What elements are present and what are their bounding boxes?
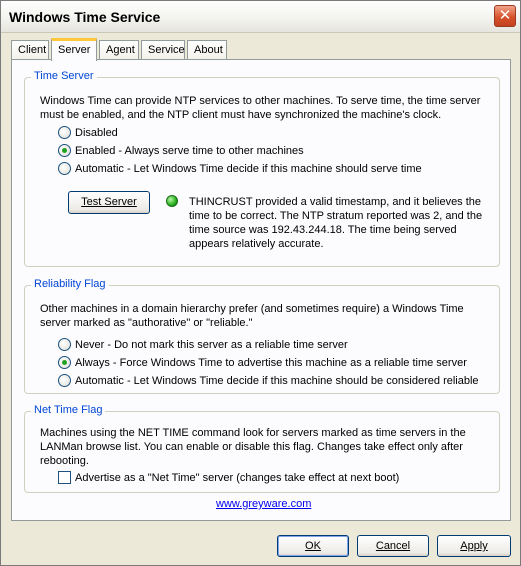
net-time-group-title: Net Time Flag bbox=[31, 404, 106, 416]
status-line-4: appears relatively accurate. bbox=[189, 238, 324, 250]
status-line-3: time source was 192.43.244.18. The time … bbox=[189, 224, 457, 236]
tab-service[interactable]: Service bbox=[141, 40, 185, 60]
ok-button[interactable]: OK bbox=[277, 535, 349, 557]
radio-never[interactable]: Never - Do not mark this server as a rel… bbox=[58, 337, 348, 353]
net-time-checkbox[interactable]: Advertise as a "Net Time" server (change… bbox=[58, 470, 400, 486]
tab-server[interactable]: Server bbox=[51, 38, 97, 61]
net-time-checkbox-label: Advertise as a "Net Time" server (change… bbox=[75, 472, 400, 484]
radio-icon bbox=[58, 373, 71, 387]
reliability-description-2: server marked as "authorative" or "relia… bbox=[40, 317, 253, 329]
status-line-2: time to be correct. The NTP stratum repo… bbox=[189, 210, 483, 222]
radio-always-label: Always - Force Windows Time to advertise… bbox=[75, 357, 467, 369]
checkbox-icon bbox=[58, 470, 71, 484]
radio-reliable-automatic-label: Automatic - Let Windows Time decide if t… bbox=[75, 375, 479, 387]
time-server-group-title: Time Server bbox=[31, 70, 97, 82]
close-icon: ✕ bbox=[498, 7, 512, 24]
radio-never-label: Never - Do not mark this server as a rel… bbox=[75, 339, 348, 351]
radio-disabled-label: Disabled bbox=[75, 127, 118, 139]
apply-label: Apply bbox=[460, 540, 488, 552]
tab-about[interactable]: About bbox=[187, 40, 227, 60]
tab-agent[interactable]: Agent bbox=[99, 40, 139, 60]
cancel-label: Cancel bbox=[375, 540, 411, 552]
time-server-description-1: Windows Time can provide NTP services to… bbox=[40, 95, 481, 107]
window-title: Windows Time Service bbox=[9, 9, 161, 25]
server-tab-panel: Time Server Windows Time can provide NTP… bbox=[11, 59, 511, 521]
reliability-group-title: Reliability Flag bbox=[31, 278, 109, 290]
radio-icon bbox=[58, 337, 71, 351]
radio-icon bbox=[58, 125, 71, 139]
net-time-description-2: LANMan browse list. You can enable or di… bbox=[40, 441, 463, 453]
test-server-button[interactable]: Test Server bbox=[68, 191, 150, 214]
apply-button[interactable]: Apply bbox=[437, 535, 511, 557]
status-line-1: THINCRUST provided a valid timestamp, an… bbox=[189, 196, 482, 208]
net-time-flag-group: Net Time Flag Machines using the NET TIM… bbox=[24, 404, 500, 493]
net-time-description-3: rebooting. bbox=[40, 455, 89, 467]
ok-label: OK bbox=[305, 540, 321, 552]
time-server-description-2: must be enabled, and the NTP client must… bbox=[40, 109, 442, 121]
title-bar: Windows Time Service ✕ bbox=[1, 1, 520, 33]
status-led-icon bbox=[166, 195, 178, 207]
radio-enabled[interactable]: Enabled - Always serve time to other mac… bbox=[58, 143, 304, 159]
time-server-group: Time Server Windows Time can provide NTP… bbox=[24, 70, 500, 267]
reliability-flag-group: Reliability Flag Other machines in a dom… bbox=[24, 278, 500, 394]
tab-client[interactable]: Client bbox=[11, 40, 49, 60]
radio-enabled-label: Enabled - Always serve time to other mac… bbox=[75, 145, 304, 157]
net-time-description-1: Machines using the NET TIME command look… bbox=[40, 427, 466, 439]
radio-selected-icon bbox=[58, 143, 71, 157]
greyware-link[interactable]: www.greyware.com bbox=[216, 498, 311, 510]
dialog-window: Windows Time Service ✕ Client Server Age… bbox=[0, 0, 521, 566]
radio-selected-icon bbox=[58, 355, 71, 369]
reliability-description-1: Other machines in a domain hierarchy pre… bbox=[40, 303, 464, 315]
radio-always[interactable]: Always - Force Windows Time to advertise… bbox=[58, 355, 467, 371]
test-server-label: Test Server bbox=[81, 196, 137, 208]
radio-automatic[interactable]: Automatic - Let Windows Time decide if t… bbox=[58, 161, 422, 177]
close-button[interactable]: ✕ bbox=[494, 5, 516, 27]
radio-automatic-label: Automatic - Let Windows Time decide if t… bbox=[75, 163, 422, 175]
cancel-button[interactable]: Cancel bbox=[357, 535, 429, 557]
radio-disabled[interactable]: Disabled bbox=[58, 125, 118, 141]
radio-reliable-automatic[interactable]: Automatic - Let Windows Time decide if t… bbox=[58, 373, 479, 389]
radio-icon bbox=[58, 161, 71, 175]
